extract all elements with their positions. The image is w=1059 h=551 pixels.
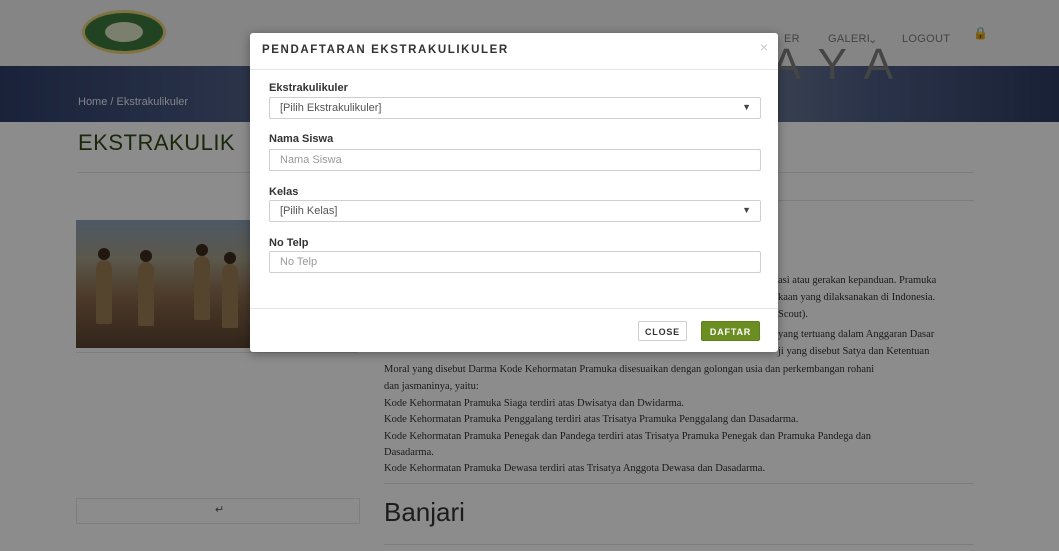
nama-input[interactable]: Nama Siswa [269, 149, 761, 171]
close-button[interactable]: CLOSE [638, 321, 687, 341]
kelas-select[interactable]: [Pilih Kelas] ▼ [269, 200, 761, 222]
ekstra-select[interactable]: [Pilih Ekstrakulikuler] ▼ [269, 97, 761, 119]
modal-header-divider [250, 69, 778, 70]
close-icon[interactable]: × [760, 39, 768, 55]
nama-placeholder: Nama Siswa [280, 154, 342, 166]
telp-label: No Telp [269, 237, 309, 249]
telp-placeholder: No Telp [280, 256, 318, 268]
modal-footer-divider [250, 308, 778, 309]
chevron-down-icon: ▼ [742, 205, 751, 215]
ekstra-select-value: [Pilih Ekstrakulikuler] [280, 102, 382, 114]
modal-title: PENDAFTARAN EKSTRAKULIKULER [262, 44, 509, 56]
nama-label: Nama Siswa [269, 133, 334, 145]
telp-input[interactable]: No Telp [269, 251, 761, 273]
chevron-down-icon: ▼ [742, 102, 751, 112]
ekstra-label: Ekstrakulikuler [269, 82, 348, 94]
kelas-select-value: [Pilih Kelas] [280, 205, 338, 217]
registration-modal: PENDAFTARAN EKSTRAKULIKULER × Ekstrakuli… [250, 33, 778, 352]
kelas-label: Kelas [269, 186, 299, 198]
daftar-button[interactable]: DAFTAR [701, 321, 760, 341]
